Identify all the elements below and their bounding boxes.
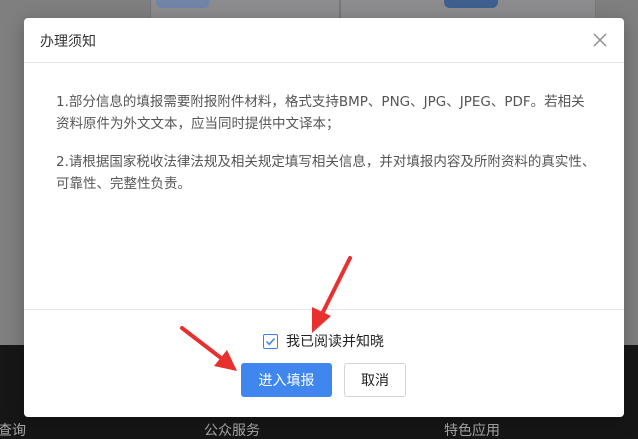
footer-item[interactable]: 公众服务 [204, 420, 260, 439]
enter-fill-button[interactable]: 进入填报 [241, 363, 332, 397]
cancel-button[interactable]: 取消 [344, 363, 406, 397]
footer-item[interactable]: 特色应用 [444, 420, 500, 439]
notice-paragraph: 1.部分信息的填报需要附报附件材料，格式支持BMP、PNG、JPG、JPEG、P… [56, 94, 585, 132]
agree-label[interactable]: 我已阅读并知晓 [286, 331, 384, 351]
notice-paragraph: 2.请根据国家税收法律法规及相关规定填写相关信息，并对填报内容及所附资料的真实性… [56, 154, 596, 192]
checkmark-icon [265, 337, 276, 345]
background-card-icon [156, 0, 210, 8]
dialog-body: 1.部分信息的填报需要附报附件材料，格式支持BMP、PNG、JPG、JPEG、P… [24, 64, 624, 310]
notice-dialog: 办理须知 1.部分信息的填报需要附报附件材料，格式支持BMP、PNG、JPG、J… [24, 18, 624, 417]
agree-checkbox[interactable] [263, 333, 278, 349]
agree-checkbox-row[interactable]: 我已阅读并知晓 [263, 332, 384, 350]
footer-item[interactable]: 查询 [0, 420, 26, 439]
close-icon [593, 33, 607, 47]
background-card-icon [444, 0, 498, 8]
dialog-header: 办理须知 [24, 18, 624, 63]
dialog-title: 办理须知 [40, 34, 96, 50]
close-button[interactable] [590, 30, 610, 50]
